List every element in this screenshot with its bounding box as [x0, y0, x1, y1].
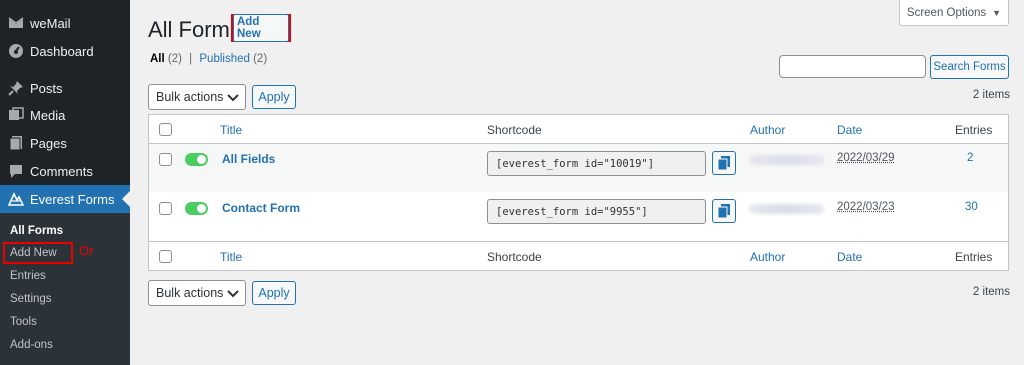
media-icon	[8, 107, 24, 123]
bulk-actions-select[interactable]: Bulk actions	[148, 280, 246, 306]
entries-count-link[interactable]: 30	[965, 201, 978, 213]
menu-label: Everest Forms	[30, 191, 115, 207]
copy-shortcode-button[interactable]	[712, 199, 736, 223]
dashboard-icon	[8, 43, 24, 59]
menu-label: weMail	[30, 15, 71, 31]
everest-forms-submenu: All Forms Add New Entries Settings Tools…	[0, 213, 130, 365]
menu-item-dashboard[interactable]: Dashboard	[0, 37, 130, 65]
menu-label: Comments	[30, 163, 93, 179]
item-count: 2 items	[972, 89, 1010, 101]
caret-down-icon: ▼	[992, 7, 1002, 18]
apply-button[interactable]: Apply	[252, 85, 296, 109]
admin-sidebar: weMail Dashboard Posts Media Pages Comme…	[0, 0, 130, 365]
menu-item-posts[interactable]: Posts	[0, 74, 130, 102]
filter-separator: |	[189, 53, 193, 65]
menu-label: Media	[30, 107, 66, 123]
shortcode-field[interactable]: [everest_form id="10019"]	[487, 151, 706, 176]
column-title[interactable]: Title	[220, 250, 242, 264]
submenu-tools[interactable]: Tools	[10, 316, 37, 328]
copy-icon	[718, 204, 730, 218]
bulk-actions-select[interactable]: Bulk actions	[148, 84, 246, 110]
bulk-actions-label: Bulk actions	[156, 286, 224, 300]
row-checkbox[interactable]	[159, 202, 172, 215]
table-header: Title Shortcode Author Date Entries	[149, 115, 1008, 144]
status-toggle[interactable]	[185, 153, 208, 166]
bulk-actions-label: Bulk actions	[156, 90, 224, 104]
author-redacted	[749, 155, 824, 165]
column-date[interactable]: Date	[837, 250, 862, 264]
form-date: 2022/03/29	[837, 152, 895, 164]
form-date: 2022/03/23	[837, 201, 895, 213]
filter-published[interactable]: Published	[199, 53, 250, 65]
submenu-settings[interactable]: Settings	[10, 293, 52, 305]
comments-icon	[8, 163, 24, 179]
column-title[interactable]: Title	[220, 123, 242, 137]
column-date[interactable]: Date	[837, 123, 862, 137]
column-shortcode: Shortcode	[487, 250, 542, 264]
menu-label: Pages	[30, 135, 67, 151]
item-count: 2 items	[972, 286, 1010, 298]
form-title-link[interactable]: All Fields	[222, 152, 275, 166]
menu-item-everest-forms[interactable]: Everest Forms	[0, 185, 130, 213]
screen-options-label: Screen Options	[906, 6, 987, 19]
forms-table: Title Shortcode Author Date Entries All …	[148, 114, 1009, 271]
everest-forms-icon	[8, 191, 24, 207]
menu-label: Dashboard	[30, 43, 94, 59]
submenu-add-ons[interactable]: Add-ons	[10, 339, 53, 351]
add-new-button[interactable]: Add New	[233, 14, 289, 42]
menu-item-wemail[interactable]: weMail	[0, 9, 130, 37]
column-shortcode: Shortcode	[487, 123, 542, 137]
table-row: Contact Form [everest_form id="9955"] 20…	[149, 192, 1008, 242]
filter-published-count: (2)	[253, 53, 268, 65]
copy-icon	[718, 156, 730, 170]
column-entries: Entries	[955, 123, 993, 137]
highlight-box: Add New	[231, 14, 291, 42]
copy-shortcode-button[interactable]	[712, 151, 736, 175]
table-row: All Fields [everest_form id="10019"] 202…	[149, 144, 1008, 192]
menu-item-pages[interactable]: Pages	[0, 129, 130, 157]
filter-all[interactable]: All	[150, 53, 165, 65]
page-title: All Forms	[148, 17, 241, 42]
or-annotation: Or	[79, 243, 94, 258]
status-toggle[interactable]	[185, 202, 208, 215]
pages-icon	[8, 135, 24, 151]
select-all-checkbox[interactable]	[159, 250, 172, 263]
highlight-box	[3, 242, 73, 264]
chevron-down-icon	[227, 288, 239, 302]
column-author[interactable]: Author	[750, 123, 785, 137]
filter-all-count: (2)	[167, 53, 182, 65]
chevron-down-icon	[227, 92, 239, 106]
screen-options-button[interactable]: Screen Options ▼	[899, 0, 1009, 26]
select-all-checkbox[interactable]	[159, 123, 172, 136]
status-filters: All (2) | Published (2)	[150, 53, 267, 65]
apply-button[interactable]: Apply	[252, 281, 296, 305]
pin-icon	[8, 80, 24, 96]
menu-item-media[interactable]: Media	[0, 101, 130, 129]
column-author[interactable]: Author	[750, 250, 785, 264]
row-checkbox[interactable]	[159, 153, 172, 166]
submenu-all-forms[interactable]: All Forms	[10, 225, 63, 237]
menu-item-comments[interactable]: Comments	[0, 157, 130, 185]
table-footer: Title Shortcode Author Date Entries	[149, 241, 1008, 270]
shortcode-field[interactable]: [everest_form id="9955"]	[487, 199, 706, 224]
search-input[interactable]	[779, 55, 926, 78]
column-entries: Entries	[955, 250, 993, 264]
author-redacted	[749, 204, 824, 214]
search-forms-button[interactable]: Search Forms	[930, 55, 1009, 79]
entries-count-link[interactable]: 2	[967, 152, 973, 164]
wemail-icon	[8, 15, 24, 31]
form-title-link[interactable]: Contact Form	[222, 201, 300, 215]
menu-label: Posts	[30, 80, 63, 96]
submenu-entries[interactable]: Entries	[10, 270, 46, 282]
